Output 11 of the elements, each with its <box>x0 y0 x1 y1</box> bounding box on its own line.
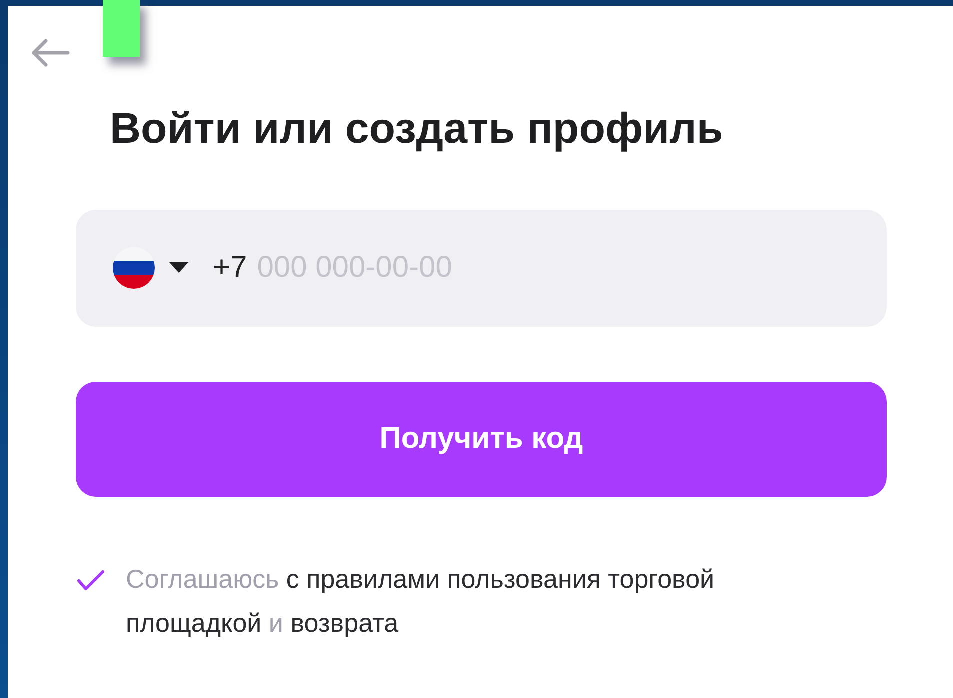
terms-link[interactable]: с правилами пользования торговой <box>286 564 715 594</box>
country-code: +7 <box>213 251 248 286</box>
caret-icon[interactable] <box>169 262 189 274</box>
consent-text: Соглашаюсь с правилами пользования торговой площадкой и возврата <box>126 562 716 640</box>
terms-link[interactable]: возврата <box>290 608 399 638</box>
flag-icon[interactable] <box>113 247 155 290</box>
get-code-button[interactable]: Получить код <box>76 382 887 497</box>
terms-link[interactable]: площадкой <box>126 608 262 638</box>
checkbox[interactable] <box>76 568 106 593</box>
dialog-title: Войти или создать профиль <box>110 104 724 155</box>
tab-marker <box>103 0 140 57</box>
